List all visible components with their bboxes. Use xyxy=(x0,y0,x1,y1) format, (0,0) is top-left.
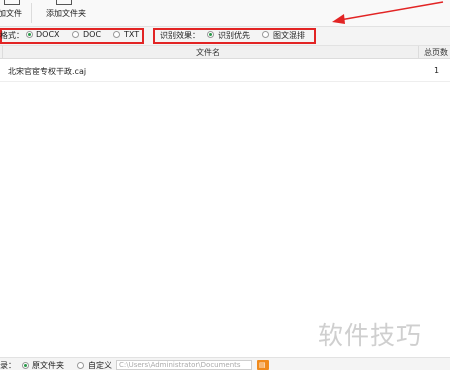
radio-txt[interactable] xyxy=(113,31,120,38)
radio-original-folder-label[interactable]: 原文件夹 xyxy=(32,360,64,371)
radio-recognition-priority[interactable] xyxy=(207,31,214,38)
output-directory-bar: 录： 原文件夹 自定义 C:\Users\Administrator\Docum… xyxy=(0,357,450,370)
radio-recognition-priority-label[interactable]: 识别优先 xyxy=(218,30,250,41)
radio-custom-folder-label[interactable]: 自定义 xyxy=(88,360,112,371)
table-row[interactable]: 北宋官宦专权干政.caj 1 xyxy=(0,63,450,79)
output-directory-label: 录： xyxy=(0,361,16,370)
radio-doc[interactable] xyxy=(72,31,79,38)
row-divider xyxy=(0,81,450,82)
radio-docx-label[interactable]: DOCX xyxy=(36,30,60,39)
radio-txt-label[interactable]: TXT xyxy=(124,30,139,39)
annotation-arrow-icon xyxy=(332,1,444,24)
add-folder-button[interactable]: 添加文件夹 xyxy=(44,0,88,26)
folder-icon xyxy=(56,0,72,5)
toolbar-divider xyxy=(31,3,32,23)
radio-original-folder[interactable] xyxy=(22,362,29,369)
options-bar: 格式： DOCX DOC TXT 识别效果： 识别优先 图文混排 xyxy=(0,27,450,46)
radio-docx[interactable] xyxy=(26,31,33,38)
file-icon xyxy=(4,0,20,5)
file-table-header: 文件名 总页数 xyxy=(0,46,450,59)
add-file-label: 加文件 xyxy=(0,9,22,18)
radio-custom-folder[interactable] xyxy=(77,362,84,369)
output-format-label: 格式： xyxy=(0,31,24,40)
add-folder-label: 添加文件夹 xyxy=(46,9,86,18)
radio-mixed-layout[interactable] xyxy=(262,31,269,38)
recognition-label: 识别效果： xyxy=(160,31,200,40)
row-pages: 1 xyxy=(434,66,440,75)
column-divider xyxy=(2,46,3,58)
column-header-pages[interactable]: 总页数 xyxy=(424,47,448,58)
add-file-button[interactable]: 加文件 xyxy=(0,0,28,26)
column-divider xyxy=(418,46,419,58)
radio-doc-label[interactable]: DOC xyxy=(83,30,101,39)
radio-mixed-layout-label[interactable]: 图文混排 xyxy=(273,30,305,41)
watermark-text: 软件技巧 xyxy=(318,321,423,350)
column-header-filename[interactable]: 文件名 xyxy=(196,47,220,58)
row-filename: 北宋官宦专权干政.caj xyxy=(8,67,87,76)
